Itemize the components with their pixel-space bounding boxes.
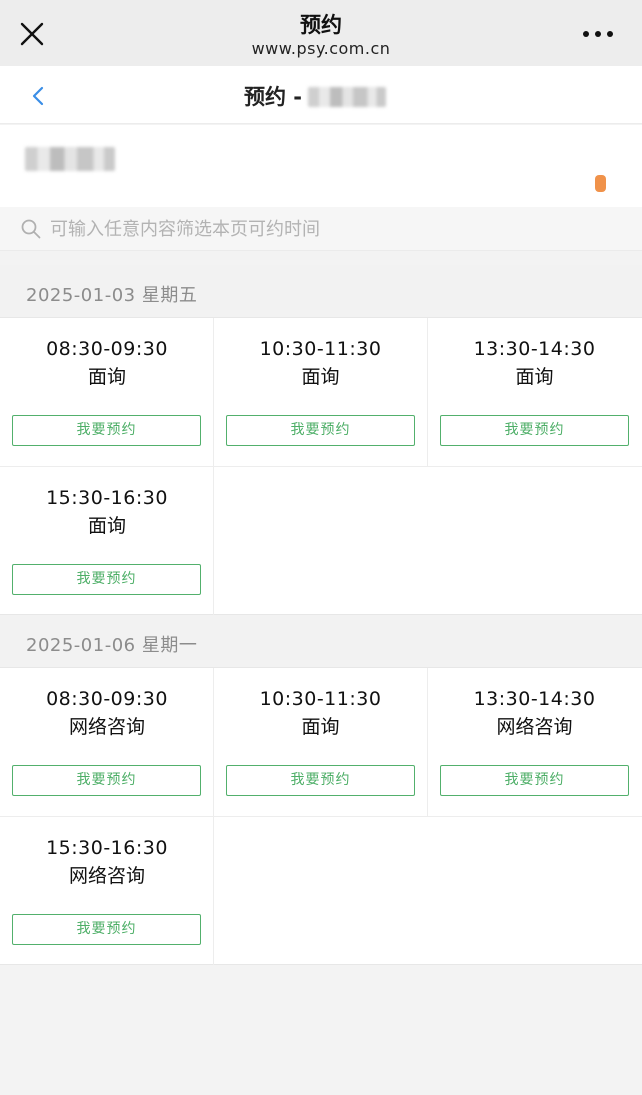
book-button[interactable]: 我要预约 [226, 765, 415, 796]
redacted-name [25, 147, 115, 171]
slot-time: 08:30-09:30 [46, 338, 168, 360]
slot-card: 13:30-14:30 网络咨询 我要预约 [427, 668, 641, 817]
book-button[interactable]: 我要预约 [440, 765, 629, 796]
slot-time: 10:30-11:30 [259, 338, 382, 360]
redacted-counselor-name [308, 86, 387, 107]
slot-type: 面询 [515, 366, 554, 388]
slot-grid: 08:30-09:30 网络咨询 我要预约 10:30-11:30 面询 我要预… [0, 667, 642, 965]
slot-card: 15:30-16:30 面询 我要预约 [0, 466, 214, 615]
date-header: 2025-01-06 星期一 [0, 615, 642, 667]
empty-cell [213, 466, 642, 615]
slot-grid: 08:30-09:30 面询 我要预约 10:30-11:30 面询 我要预约 … [0, 317, 642, 615]
browser-top-bar: 预约 www.psy.com.cn [0, 0, 642, 66]
page-title: 预约 - [244, 81, 387, 111]
slot-card: 10:30-11:30 面询 我要预约 [213, 318, 427, 467]
browser-title: 预约 [300, 13, 342, 37]
slot-time: 13:30-14:30 [473, 688, 596, 710]
slot-card: 08:30-09:30 网络咨询 我要预约 [0, 668, 214, 817]
slot-time: 10:30-11:30 [259, 688, 382, 710]
book-button[interactable]: 我要预约 [226, 415, 415, 446]
book-button[interactable]: 我要预约 [440, 415, 629, 446]
book-button[interactable]: 我要预约 [12, 914, 201, 945]
slot-card: 15:30-16:30 网络咨询 我要预约 [0, 816, 214, 965]
status-indicator [595, 175, 606, 192]
page-title-text: 预约 - [244, 85, 303, 109]
book-button[interactable]: 我要预约 [12, 415, 201, 446]
slot-time: 08:30-09:30 [46, 688, 168, 710]
slot-card: 08:30-09:30 面询 我要预约 [0, 318, 214, 467]
empty-cell [213, 816, 642, 965]
browser-url: www.psy.com.cn [251, 39, 391, 58]
search-bar [0, 207, 642, 251]
book-button[interactable]: 我要预约 [12, 564, 201, 595]
back-icon[interactable] [22, 80, 54, 112]
search-icon [20, 218, 42, 240]
page-header: 预约 - [0, 66, 642, 124]
slot-type: 网络咨询 [496, 716, 573, 738]
slot-type: 面询 [301, 366, 340, 388]
book-button[interactable]: 我要预约 [12, 765, 201, 796]
slot-type: 面询 [87, 515, 126, 537]
slot-card: 10:30-11:30 面询 我要预约 [213, 668, 427, 817]
slot-type: 面询 [87, 366, 126, 388]
date-label: 2025-01-06 星期一 [26, 635, 198, 656]
slot-time: 13:30-14:30 [473, 338, 596, 360]
slot-type: 面询 [301, 716, 340, 738]
slot-type: 网络咨询 [68, 716, 145, 738]
slot-time: 15:30-16:30 [46, 487, 168, 509]
slot-type: 网络咨询 [68, 865, 145, 887]
slot-card: 13:30-14:30 面询 我要预约 [427, 318, 641, 467]
date-header: 2025-01-03 星期五 [0, 265, 642, 317]
more-options-icon[interactable] [578, 20, 618, 48]
search-input[interactable] [50, 213, 610, 245]
counselor-info [0, 125, 642, 207]
slot-time: 15:30-16:30 [46, 837, 168, 859]
date-label: 2025-01-03 星期五 [26, 285, 198, 306]
